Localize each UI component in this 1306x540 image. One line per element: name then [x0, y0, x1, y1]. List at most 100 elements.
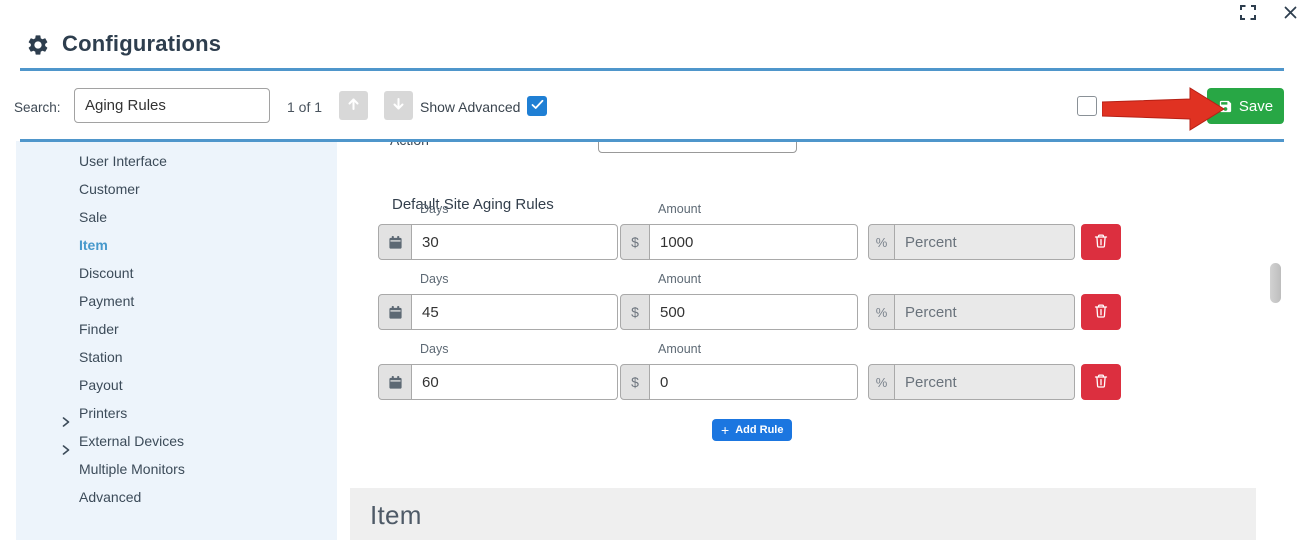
search-label: Search:: [14, 100, 61, 115]
sidebar-item-external-devices[interactable]: External Devices: [16, 427, 337, 455]
search-prev-button[interactable]: [339, 91, 368, 120]
sidebar-item-printers[interactable]: Printers: [16, 399, 337, 427]
percent-icon: %: [868, 294, 895, 330]
percent-input: [895, 294, 1075, 330]
amount-column-label: Amount: [658, 342, 701, 356]
sidebar-item-finder[interactable]: Finder: [16, 315, 337, 343]
sidebar-item-station[interactable]: Station: [16, 343, 337, 371]
delete-rule-button[interactable]: [1081, 224, 1121, 260]
percent-input-group: %: [868, 224, 1075, 260]
sidebar-item-label: Customer: [79, 181, 140, 197]
header-divider: [20, 68, 1284, 71]
sidebar-item-label: User Interface: [79, 153, 167, 169]
amount-input[interactable]: [650, 364, 858, 400]
rule-row: Days Amount $ %: [378, 202, 1123, 272]
rule-row: Days Amount $ %: [378, 342, 1123, 412]
add-rule-button[interactable]: + Add Rule: [712, 419, 792, 441]
action-input[interactable]: [598, 141, 797, 153]
sidebar-item-customer[interactable]: Customer: [16, 175, 337, 203]
show-advanced-label: Show Advanced: [420, 99, 520, 115]
close-icon: [1284, 6, 1297, 22]
action-label: Action: [390, 141, 429, 148]
percent-input: [895, 364, 1075, 400]
days-column-label: Days: [420, 272, 448, 286]
sidebar-item-sale[interactable]: Sale: [16, 203, 337, 231]
save-button[interactable]: Save: [1207, 88, 1284, 124]
item-section-title: Item: [350, 488, 1256, 531]
trash-icon: [1093, 373, 1109, 392]
rule-row-inputs: $ %: [378, 364, 1123, 400]
close-button[interactable]: [1280, 4, 1300, 24]
plus-icon: +: [721, 422, 729, 438]
sidebar-item-label: Printers: [79, 405, 127, 421]
calendar-icon: [378, 224, 412, 260]
sidebar-item-label: Advanced: [79, 489, 141, 505]
calendar-icon: [378, 364, 412, 400]
update-checkbox[interactable]: [1077, 96, 1097, 116]
sidebar-item-label: Finder: [79, 321, 119, 337]
fullscreen-icon: [1240, 5, 1256, 23]
vertical-scrollbar-thumb[interactable]: [1270, 263, 1281, 303]
chevron-right-icon: [61, 436, 71, 446]
rule-row-labels: Days Amount: [378, 272, 1123, 286]
arrow-down-icon: [392, 97, 405, 114]
checkmark-icon: [531, 97, 544, 115]
sidebar-item-payout[interactable]: Payout: [16, 371, 337, 399]
calendar-icon: [378, 294, 412, 330]
days-input-group: [378, 294, 618, 330]
main-content: Action Default Site Aging Rules Days Amo…: [350, 141, 1260, 540]
amount-input-group: $: [620, 294, 858, 330]
sidebar-item-label: Multiple Monitors: [79, 461, 185, 477]
sidebar-items: User Interface Customer Sale Item Discou…: [16, 147, 337, 511]
save-icon: [1218, 99, 1233, 114]
rule-row-inputs: $ %: [378, 224, 1123, 260]
amount-column-label: Amount: [658, 202, 701, 216]
amount-input-group: $: [620, 364, 858, 400]
trash-icon: [1093, 303, 1109, 322]
days-input[interactable]: [412, 224, 618, 260]
dollar-icon: $: [620, 224, 650, 260]
arrow-up-icon: [347, 97, 360, 114]
dollar-icon: $: [620, 364, 650, 400]
sidebar-item-label: Station: [79, 349, 123, 365]
chevron-right-icon: [61, 408, 71, 418]
page-title: Configurations: [62, 31, 221, 57]
sidebar: User Interface Customer Sale Item Discou…: [16, 141, 337, 540]
show-advanced-checkbox[interactable]: [527, 96, 547, 116]
item-section-header: Item: [350, 488, 1256, 540]
days-column-label: Days: [420, 202, 448, 216]
fullscreen-button[interactable]: [1238, 4, 1258, 24]
sidebar-item-multiple-monitors[interactable]: Multiple Monitors: [16, 455, 337, 483]
sidebar-item-label: Item: [79, 237, 108, 253]
percent-input-group: %: [868, 294, 1075, 330]
update-label: Up: [1103, 99, 1121, 115]
delete-rule-button[interactable]: [1081, 364, 1121, 400]
sidebar-item-label: External Devices: [79, 433, 184, 449]
days-input[interactable]: [412, 364, 618, 400]
amount-input[interactable]: [650, 294, 858, 330]
percent-input: [895, 224, 1075, 260]
sidebar-item-label: Payment: [79, 293, 134, 309]
rule-row-inputs: $ %: [378, 294, 1123, 330]
delete-rule-button[interactable]: [1081, 294, 1121, 330]
sidebar-item-discount[interactable]: Discount: [16, 259, 337, 287]
days-column-label: Days: [420, 342, 448, 356]
search-match-count: 1 of 1: [287, 99, 322, 115]
sidebar-item-item[interactable]: Item: [16, 231, 337, 259]
days-input[interactable]: [412, 294, 618, 330]
sidebar-item-payment[interactable]: Payment: [16, 287, 337, 315]
gear-icon: [26, 33, 50, 57]
search-next-button[interactable]: [384, 91, 413, 120]
amount-column-label: Amount: [658, 272, 701, 286]
sidebar-item-label: Discount: [79, 265, 133, 281]
configurations-window: Configurations Search: 1 of 1 Show Advan…: [0, 0, 1306, 540]
rule-row-labels: Days Amount: [378, 342, 1123, 356]
add-rule-label: Add Rule: [735, 424, 783, 436]
rule-row-labels: Days Amount: [378, 202, 1123, 216]
amount-input[interactable]: [650, 224, 858, 260]
sidebar-item-advanced[interactable]: Advanced: [16, 483, 337, 511]
days-input-group: [378, 364, 618, 400]
days-input-group: [378, 224, 618, 260]
sidebar-item-user-interface[interactable]: User Interface: [16, 147, 337, 175]
search-input[interactable]: [74, 88, 270, 123]
